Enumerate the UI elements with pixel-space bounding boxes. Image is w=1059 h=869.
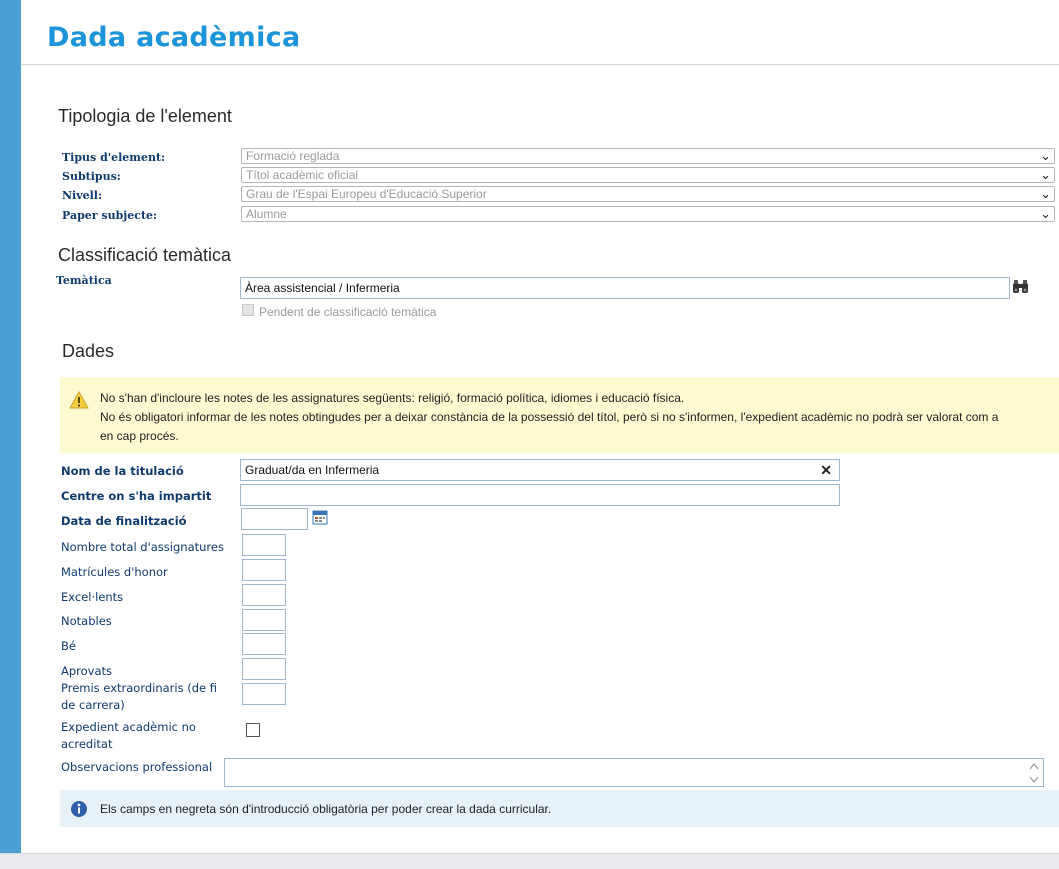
aprovats-label: Aprovats bbox=[61, 664, 113, 678]
nom-value: Graduat/da en Infermeria bbox=[245, 463, 380, 477]
expedient-checkbox[interactable] bbox=[246, 723, 260, 737]
close-icon[interactable]: ✕ bbox=[820, 460, 832, 480]
data-input[interactable] bbox=[241, 508, 308, 530]
page-title: Dada acadèmica bbox=[47, 22, 301, 53]
title-divider bbox=[21, 64, 1059, 65]
pendent-checkbox[interactable] bbox=[242, 304, 254, 316]
nom-label: Nom de la titulació bbox=[61, 464, 184, 478]
nom-input[interactable]: Graduat/da en Infermeria ✕ bbox=[240, 459, 840, 481]
excellents-input[interactable] bbox=[242, 584, 286, 606]
observacions-textarea[interactable] bbox=[224, 758, 1044, 787]
textarea-scroll-arrows[interactable] bbox=[1029, 762, 1039, 784]
excellents-label: Excel·lents bbox=[61, 590, 124, 604]
subtipus-value: Títol acadèmic oficial bbox=[246, 168, 359, 182]
paper-label: Paper subjecte: bbox=[62, 209, 158, 222]
warning-box: No s'han d'incloure les notes de les ass… bbox=[60, 377, 1059, 453]
warning-line-3: en cap procés. bbox=[100, 429, 179, 443]
calendar-icon[interactable] bbox=[312, 509, 328, 525]
paper-select[interactable]: Alumne ⌄ bbox=[241, 206, 1055, 222]
bottom-bar bbox=[0, 853, 1059, 869]
subtipus-label: Subtipus: bbox=[62, 170, 121, 183]
info-icon bbox=[71, 801, 87, 817]
section-classificacio: Classificació temàtica bbox=[58, 245, 232, 265]
chevron-down-icon: ⌄ bbox=[1040, 148, 1051, 163]
notables-label: Notables bbox=[61, 614, 112, 628]
premis-input[interactable] bbox=[242, 683, 286, 705]
tematica-input[interactable]: Àrea assistencial / Infermeria bbox=[240, 277, 1010, 299]
data-label: Data de finalització bbox=[61, 514, 187, 528]
section-dades: Dades bbox=[62, 341, 115, 361]
nivell-select[interactable]: Grau de l'Espai Europeu d'Educació Super… bbox=[241, 186, 1055, 202]
tipus-select[interactable]: Formació reglada ⌄ bbox=[241, 148, 1055, 164]
tipus-label: Tipus d'element: bbox=[62, 151, 166, 164]
nivell-label: Nivell: bbox=[62, 189, 103, 202]
warning-line-2: No és obligatori informar de les notes o… bbox=[100, 410, 999, 424]
tematica-value: Àrea assistencial / Infermeria bbox=[245, 281, 400, 295]
chevron-down-icon: ⌄ bbox=[1040, 206, 1051, 221]
total-label: Nombre total d'assignatures bbox=[61, 540, 224, 554]
section-tipologia: Tipologia de l'element bbox=[58, 106, 232, 126]
binoculars-icon[interactable] bbox=[1012, 280, 1029, 294]
total-input[interactable] bbox=[242, 534, 286, 556]
info-text: Els camps en negreta són d'introducció o… bbox=[100, 802, 552, 816]
left-accent-bar bbox=[0, 0, 21, 868]
centre-input[interactable] bbox=[240, 484, 840, 506]
matricules-input[interactable] bbox=[242, 559, 286, 581]
nivell-value: Grau de l'Espai Europeu d'Educació Super… bbox=[246, 187, 487, 201]
tematica-label: Temàtica bbox=[56, 274, 112, 287]
centre-label: Centre on s'ha impartit bbox=[61, 489, 212, 503]
premis-label: Premis extraordinaris (de fi de carrera) bbox=[61, 681, 218, 712]
subtipus-select[interactable]: Títol acadèmic oficial ⌄ bbox=[241, 167, 1055, 183]
be-label: Bé bbox=[61, 639, 76, 653]
paper-value: Alumne bbox=[246, 207, 287, 221]
expedient-label: Expedient acadèmic no acreditat bbox=[61, 720, 196, 751]
warning-icon bbox=[69, 391, 89, 409]
tipus-value: Formació reglada bbox=[246, 149, 340, 163]
observacions-label: Observacions professional bbox=[61, 760, 213, 774]
chevron-down-icon: ⌄ bbox=[1040, 186, 1051, 201]
pendent-label: Pendent de classificació temàtica bbox=[259, 305, 437, 319]
matricules-label: Matrícules d'honor bbox=[61, 565, 168, 579]
info-box: Els camps en negreta són d'introducció o… bbox=[60, 790, 1059, 827]
warning-line-1: No s'han d'incloure les notes de les ass… bbox=[100, 391, 685, 405]
chevron-down-icon: ⌄ bbox=[1040, 167, 1051, 182]
notables-input[interactable] bbox=[242, 609, 286, 631]
be-input[interactable] bbox=[242, 633, 286, 655]
aprovats-input[interactable] bbox=[242, 658, 286, 680]
